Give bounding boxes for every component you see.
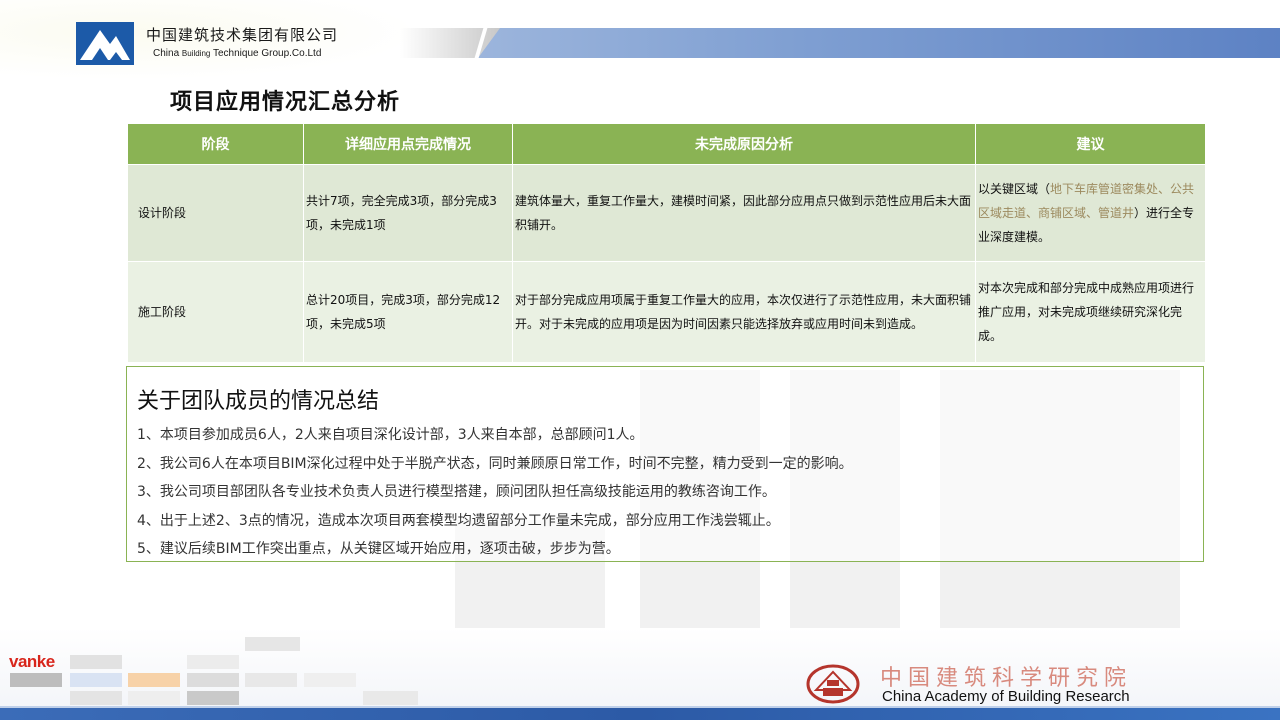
cabr-name-en: China Academy of Building Research <box>882 688 1130 705</box>
cell-completion: 总计20项目，完成3项，部分完成12项，未完成5项 <box>303 261 513 363</box>
decor-tile <box>187 691 239 705</box>
cell-advice: 对本次完成和部分完成中成熟应用项进行推广应用，对未完成项继续研究深化完成。 <box>975 261 1206 363</box>
decor-tile <box>70 655 122 669</box>
decor-tile <box>128 673 180 687</box>
company-name-cn: 中国建筑技术集团有限公司 <box>146 26 339 44</box>
list-item: 1、本项目参加成员6人，2人来自项目深化设计部，3人来自本部，总部顾问1人。 <box>137 427 644 443</box>
analysis-table: 阶段 详细应用点完成情况 未完成原因分析 建议 设计阶段 共计7项，完全完成3项… <box>127 123 1206 363</box>
cell-stage: 施工阶段 <box>127 261 304 363</box>
company-name-en: China Building Technique Group.Co.Ltd <box>153 48 322 59</box>
decor-tile <box>187 655 239 669</box>
team-summary-box: 关于团队成员的情况总结 1、本项目参加成员6人，2人来自项目深化设计部，3人来自… <box>126 366 1204 562</box>
decor-tile <box>245 673 297 687</box>
decor-tile <box>363 691 418 705</box>
header-advice: 建议 <box>975 123 1206 165</box>
list-item: 3、我公司项目部团队各专业技术负责人员进行模型搭建，顾问团队担任高级技能运用的教… <box>137 484 776 500</box>
list-item: 2、我公司6人在本项目BIM深化过程中处于半脱产状态，同时兼顾原日常工作，时间不… <box>137 455 853 472</box>
cell-reason: 建筑体量大，重复工作量大，建模时间紧，因此部分应用点只做到示范性应用后未大面积铺… <box>512 164 976 262</box>
decor-tile <box>70 673 122 687</box>
company-logo <box>76 22 134 65</box>
table-row: 施工阶段 总计20项目，完成3项，部分完成12项，未完成5项 对于部分完成应用项… <box>127 261 1206 363</box>
summary-title: 关于团队成员的情况总结 <box>137 389 380 414</box>
page-title: 项目应用情况汇总分析 <box>170 90 401 115</box>
header-reason: 未完成原因分析 <box>512 123 976 165</box>
footer-bar <box>0 708 1280 720</box>
decor-tile <box>245 637 300 651</box>
header-completion: 详细应用点完成情况 <box>303 123 513 165</box>
header-stage: 阶段 <box>127 123 304 165</box>
cell-completion: 共计7项，完全完成3项，部分完成3项，未完成1项 <box>303 164 513 262</box>
cell-stage: 设计阶段 <box>127 164 304 262</box>
vanke-logo: vanke <box>9 652 55 671</box>
decor-tile <box>304 673 356 687</box>
decor-tile <box>10 673 62 687</box>
list-item: 4、出于上述2、3点的情况，造成本次项目两套模型均遗留部分工作量未完成，部分应用… <box>137 512 780 529</box>
decor-tile <box>70 691 122 705</box>
cell-advice: 以关键区域（地下车库管道密集处、公共区域走道、商铺区域、管道井）进行全专业深度建… <box>975 164 1206 262</box>
list-item: 5、建议后续BIM工作突出重点，从关键区域开始应用，逐项击破，步步为营。 <box>137 541 620 557</box>
header-band-blue <box>478 28 1280 58</box>
cell-reason: 对于部分完成应用项属于重复工作量大的应用，本次仅进行了示范性应用，未大面积铺开。… <box>512 261 976 363</box>
summary-list: 1、本项目参加成员6人，2人来自项目深化设计部，3人来自本部，总部顾问1人。 2… <box>137 421 853 564</box>
cabr-emblem-icon <box>806 664 860 704</box>
table-row: 设计阶段 共计7项，完全完成3项，部分完成3项，未完成1项 建筑体量大，重复工作… <box>127 164 1206 262</box>
decor-tile <box>187 673 239 687</box>
logo-mountain-icon <box>80 30 130 60</box>
table-header-row: 阶段 详细应用点完成情况 未完成原因分析 建议 <box>127 123 1206 165</box>
decor-tile <box>128 691 180 705</box>
